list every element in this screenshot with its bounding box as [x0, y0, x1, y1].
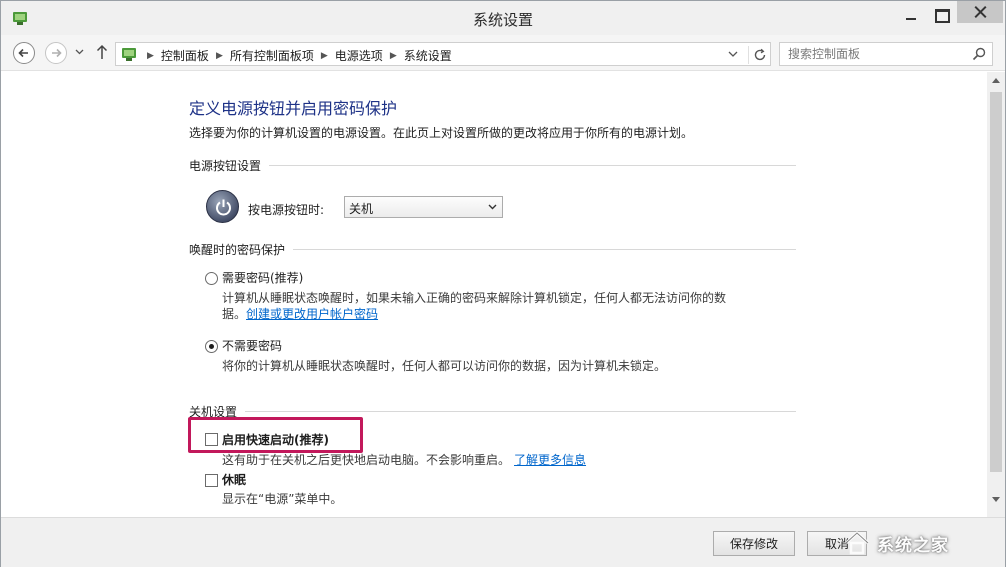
wake-password-heading: 唤醒时的密码保护: [189, 241, 796, 258]
no-password-radio[interactable]: [205, 340, 218, 353]
require-password-description-cont: 据。创建或更改用户帐户密码: [222, 305, 378, 322]
no-password-label[interactable]: 不需要密码: [222, 337, 282, 354]
main-content: 定义电源按钮并启用密码保护 选择要为你的计算机设置的电源设置。在此页上对设置所做…: [1, 72, 987, 517]
section-heading: 唤醒时的密码保护: [189, 243, 286, 257]
no-password-description: 将你的计算机从睡眠状态唤醒时，任何人都可以访问你的数据，因为计算机未锁定。: [222, 359, 667, 373]
breadcrumb-control-panel[interactable]: 控制面板: [161, 47, 209, 64]
title-bar: 系统设置: [1, 1, 1005, 35]
chevron-right-icon[interactable]: ▶: [147, 51, 154, 61]
forward-button[interactable]: [45, 42, 67, 64]
description-text: 这有助于在关机之后更快地启动电脑。不会影响重启。: [222, 453, 511, 467]
save-changes-button[interactable]: 保存修改: [713, 531, 795, 556]
cancel-button[interactable]: 取消: [807, 531, 867, 556]
shutdown-settings-heading: 关机设置: [189, 403, 796, 420]
fast-startup-label[interactable]: 启用快速启动(推荐): [222, 431, 329, 448]
chevron-right-icon[interactable]: ▶: [321, 51, 328, 61]
address-history-chevron-down-icon[interactable]: [728, 51, 738, 57]
require-password-label[interactable]: 需要密码(推荐): [222, 269, 303, 286]
divider: [293, 249, 796, 250]
footer-bar: 保存修改 取消: [1, 517, 1005, 567]
search-icon[interactable]: [972, 47, 986, 61]
address-bar[interactable]: ▶ 控制面板 ▶ 所有控制面板项 ▶ 电源选项 ▶ 系统设置: [115, 42, 771, 66]
learn-more-link[interactable]: 了解更多信息: [514, 453, 586, 467]
breadcrumb-all-items[interactable]: 所有控制面板项: [230, 47, 314, 64]
navigation-bar: ▶ 控制面板 ▶ 所有控制面板项 ▶ 电源选项 ▶ 系统设置: [1, 35, 1005, 71]
scroll-up-icon[interactable]: [992, 78, 1000, 83]
hibernate-description: 显示在“电源”菜单中。: [222, 492, 343, 506]
system-settings-window: 系统设置 ▶ 控制面板 ▶ 所有控制面板项 ▶ 电源选项 ▶ 系统设置 搜索控制…: [0, 0, 1006, 567]
chevron-down-icon: [488, 204, 497, 210]
refresh-icon: [754, 48, 766, 61]
arrow-left-icon: [18, 48, 28, 58]
require-password-radio[interactable]: [205, 272, 218, 285]
refresh-button[interactable]: [748, 46, 768, 64]
control-panel-icon: [122, 48, 136, 61]
search-box: [779, 42, 993, 66]
fast-startup-description: 这有助于在关机之后更快地启动电脑。不会影响重启。 了解更多信息: [222, 451, 586, 468]
power-button-action-select[interactable]: 关机: [344, 196, 503, 218]
scroll-thumb[interactable]: [990, 92, 1002, 472]
page-title: 定义电源按钮并启用密码保护: [189, 99, 398, 118]
vertical-scrollbar[interactable]: [987, 72, 1005, 517]
power-symbol-icon: [216, 199, 231, 216]
power-button-settings-heading: 电源按钮设置: [189, 157, 796, 174]
close-button[interactable]: [957, 1, 1003, 23]
power-button-label: 按电源按钮时:: [248, 203, 325, 217]
description-text: 据。: [222, 307, 247, 321]
page-description: 选择要为你的计算机设置的电源设置。在此页上对设置所做的更改将应用于你所有的电源计…: [189, 126, 694, 140]
maximize-button[interactable]: [926, 1, 956, 29]
search-input[interactable]: [780, 43, 966, 65]
breadcrumb: ▶ 控制面板 ▶ 所有控制面板项 ▶ 电源选项 ▶ 系统设置: [140, 47, 452, 64]
breadcrumb-power-options[interactable]: 电源选项: [335, 47, 383, 64]
section-heading: 关机设置: [189, 405, 238, 419]
create-password-link[interactable]: 创建或更改用户帐户密码: [246, 307, 378, 321]
window-title: 系统设置: [472, 11, 533, 29]
divider: [269, 165, 796, 166]
power-icon: [206, 190, 239, 223]
require-password-description: 计算机从睡眠状态唤醒时，如果未输入正确的密码来解除计算机锁定，任何人都无法访问你…: [222, 291, 727, 305]
divider: [245, 411, 796, 412]
arrow-right-icon: [52, 48, 62, 58]
arrow-up-icon[interactable]: [96, 44, 108, 60]
select-value: 关机: [349, 202, 374, 216]
chevron-right-icon[interactable]: ▶: [390, 51, 397, 61]
hibernate-checkbox[interactable]: [205, 474, 218, 487]
back-button[interactable]: [13, 42, 35, 64]
chevron-right-icon[interactable]: ▶: [216, 51, 223, 61]
breadcrumb-system-settings[interactable]: 系统设置: [404, 47, 452, 64]
hibernate-label[interactable]: 休眠: [222, 471, 246, 488]
recent-pages-chevron-down-icon[interactable]: [75, 49, 84, 55]
section-heading: 电源按钮设置: [189, 159, 262, 173]
minimize-button[interactable]: [894, 1, 928, 29]
scroll-down-icon[interactable]: [992, 497, 1000, 502]
fast-startup-checkbox[interactable]: [205, 433, 218, 446]
